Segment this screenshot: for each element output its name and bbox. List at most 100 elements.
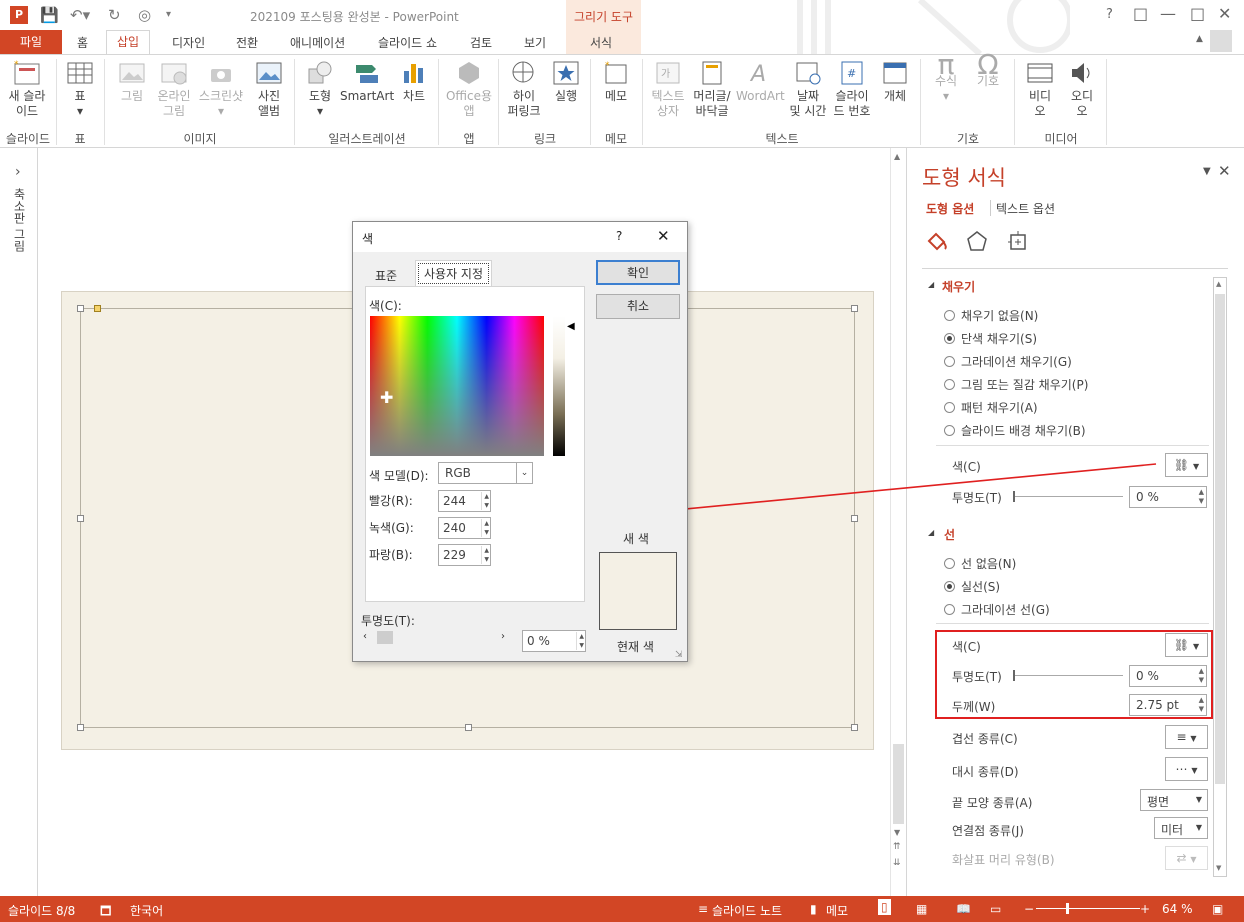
tab-format[interactable]: 서식 (590, 34, 612, 51)
red-input[interactable]: 244 ▲ ▼ (438, 490, 491, 512)
customize-qat-icon[interactable]: ▾ (166, 9, 171, 20)
help-button[interactable]: ? (1106, 7, 1113, 22)
radio-circle-icon[interactable] (944, 310, 955, 321)
spinner-arrows-icon[interactable]: ▲ ▼ (481, 492, 489, 510)
header-footer-button[interactable]: 머리글/ 바닥글 (690, 55, 734, 119)
fill-radio[interactable]: 패턴 채우기(A) (944, 399, 1038, 416)
resize-handle[interactable] (851, 724, 858, 731)
notes-button[interactable]: 슬라이드 노트 (712, 902, 782, 919)
maximize-button[interactable]: □ (1190, 4, 1205, 23)
pane-options-icon[interactable]: ▼ (1203, 166, 1211, 177)
radio-circle-icon[interactable] (944, 581, 955, 592)
redo-icon[interactable]: ↻ (108, 6, 121, 24)
language-indicator[interactable]: 한국어 (130, 902, 163, 919)
symbol-button[interactable]: Ω 기호 (968, 51, 1008, 89)
collapse-ribbon-icon[interactable]: ▲ (1196, 34, 1203, 44)
line-width-input[interactable]: 2.75 pt ▲ ▼ (1129, 694, 1207, 716)
zoom-in-button[interactable]: + (1140, 902, 1150, 916)
collapse-fill-icon[interactable]: ◢ (928, 280, 934, 289)
tab-shape-options[interactable]: 도형 옵션 (926, 200, 974, 217)
account-avatar[interactable] (1210, 30, 1232, 52)
spinner-arrows-icon[interactable]: ▲ ▼ (1199, 488, 1204, 506)
slider-left-icon[interactable]: ‹ (363, 631, 367, 642)
spinner-arrows-icon[interactable]: ▲ ▼ (481, 519, 489, 537)
line-radio[interactable]: 실선(S) (944, 578, 1000, 595)
slide-sorter-icon[interactable]: ▦ (916, 902, 927, 916)
spinner-arrows-icon[interactable]: ▲ ▼ (481, 546, 489, 564)
dash-type-dropdown[interactable]: ⋯ ▼ (1165, 757, 1208, 781)
slideshow-from-start-icon[interactable]: ◎ (138, 6, 151, 24)
resize-handle[interactable] (851, 515, 858, 522)
fill-radio[interactable]: 슬라이드 배경 채우기(B) (944, 422, 1086, 439)
action-button[interactable]: 실행 (546, 55, 586, 104)
green-input[interactable]: 240 ▲ ▼ (438, 517, 491, 539)
previous-slide-icon[interactable]: ⇈ (893, 842, 901, 852)
spinner-arrows-icon[interactable]: ▲ ▼ (1199, 696, 1204, 714)
scroll-up-icon[interactable]: ▲ (894, 152, 900, 161)
tab-home[interactable]: 홈 (77, 34, 88, 51)
notes-icon[interactable]: ≡ (698, 902, 708, 916)
dialog-help-button[interactable]: ? (616, 229, 622, 243)
compound-type-dropdown[interactable]: ≡ ▼ (1165, 725, 1208, 749)
slide-number-button[interactable]: # 슬라이 드 번호 (830, 55, 874, 119)
color-model-dropdown[interactable]: RGB ⌄ (438, 462, 533, 484)
fill-radio[interactable]: 그림 또는 질감 채우기(P) (944, 376, 1088, 393)
radio-circle-icon[interactable] (944, 356, 955, 367)
object-button[interactable]: 개체 (876, 55, 914, 104)
ribbon-display-options-icon[interactable]: □ (1133, 4, 1148, 23)
radio-circle-icon[interactable] (944, 425, 955, 436)
scroll-down-icon[interactable]: ▼ (894, 828, 900, 837)
fill-transparency-input[interactable]: 0 % ▲ ▼ (1129, 486, 1207, 508)
slider-thumb[interactable] (377, 631, 393, 644)
tab-review[interactable]: 검토 (470, 34, 492, 51)
spinner-arrows-icon[interactable]: ▲ ▼ (576, 632, 584, 650)
spellcheck-icon[interactable]: 🗖 (100, 902, 111, 922)
fill-section-header[interactable]: 채우기 (942, 278, 975, 295)
datetime-button[interactable]: 날짜 및 시간 (786, 55, 830, 119)
line-transparency-input[interactable]: 0 % ▲ ▼ (1129, 665, 1207, 687)
tab-custom[interactable]: 사용자 지정 (415, 260, 493, 287)
undo-icon[interactable]: ↶▾ (70, 6, 90, 24)
close-window-button[interactable]: ✕ (1218, 4, 1231, 23)
video-button[interactable]: 비디 오 (1020, 55, 1060, 119)
slider-thumb[interactable] (1013, 491, 1015, 502)
new-slide-button[interactable]: * 새 슬라 이드 (2, 55, 52, 119)
slider-thumb[interactable] (1013, 670, 1015, 681)
zoom-out-button[interactable]: − (1024, 902, 1034, 916)
pane-close-button[interactable]: ✕ (1218, 162, 1231, 180)
next-slide-icon[interactable]: ⇊ (893, 858, 901, 868)
save-icon[interactable]: 💾 (40, 6, 59, 24)
effects-pentagon-icon[interactable] (965, 229, 989, 253)
fit-slide-icon[interactable]: ▣ (1212, 902, 1223, 916)
slideshow-view-icon[interactable]: ▭ (990, 902, 1001, 916)
size-properties-icon[interactable] (1006, 229, 1030, 253)
dialog-transparency-slider[interactable]: ‹ › (361, 630, 511, 646)
radio-circle-icon[interactable] (944, 558, 955, 569)
smartart-button[interactable]: SmartArt (340, 55, 394, 104)
resize-handle[interactable] (851, 305, 858, 312)
pane-scroll-down-icon[interactable]: ▼ (1216, 864, 1221, 872)
slide-scrollbar[interactable]: ▲ ▼ ⇈ ⇊ (890, 148, 906, 896)
line-color-button[interactable]: ⛓ ▼ (1165, 633, 1208, 657)
fill-transparency-slider[interactable] (1013, 491, 1123, 502)
zoom-slider[interactable] (1036, 903, 1140, 914)
hyperlink-button[interactable]: 하이 퍼링크 (502, 55, 546, 119)
radio-circle-icon[interactable] (944, 402, 955, 413)
shapes-button[interactable]: 도형 ▾ (300, 55, 340, 119)
equation-button[interactable]: π 수식 ▾ (926, 51, 966, 104)
fill-color-button[interactable]: ⛓ ▼ (1165, 453, 1208, 477)
tab-text-options[interactable]: 텍스트 옵션 (996, 200, 1055, 217)
blue-input[interactable]: 229 ▲ ▼ (438, 544, 491, 566)
scroll-thumb[interactable] (893, 744, 904, 824)
dialog-close-button[interactable]: ✕ (657, 227, 670, 245)
fill-radio[interactable]: 채우기 없음(N) (944, 307, 1038, 324)
powerpoint-logo-icon[interactable]: P (10, 6, 28, 24)
resize-grip-icon[interactable]: ⇲ (675, 650, 683, 660)
tab-file[interactable]: 파일 (0, 30, 62, 54)
comment-button[interactable]: * 메모 (596, 55, 636, 104)
zoom-level[interactable]: 64 % (1162, 902, 1193, 916)
line-radio[interactable]: 그라데이션 선(G) (944, 601, 1050, 618)
color-spectrum[interactable]: ✚ (370, 316, 544, 456)
wordart-button[interactable]: A WordArt (736, 55, 785, 104)
radio-circle-icon[interactable] (944, 379, 955, 390)
